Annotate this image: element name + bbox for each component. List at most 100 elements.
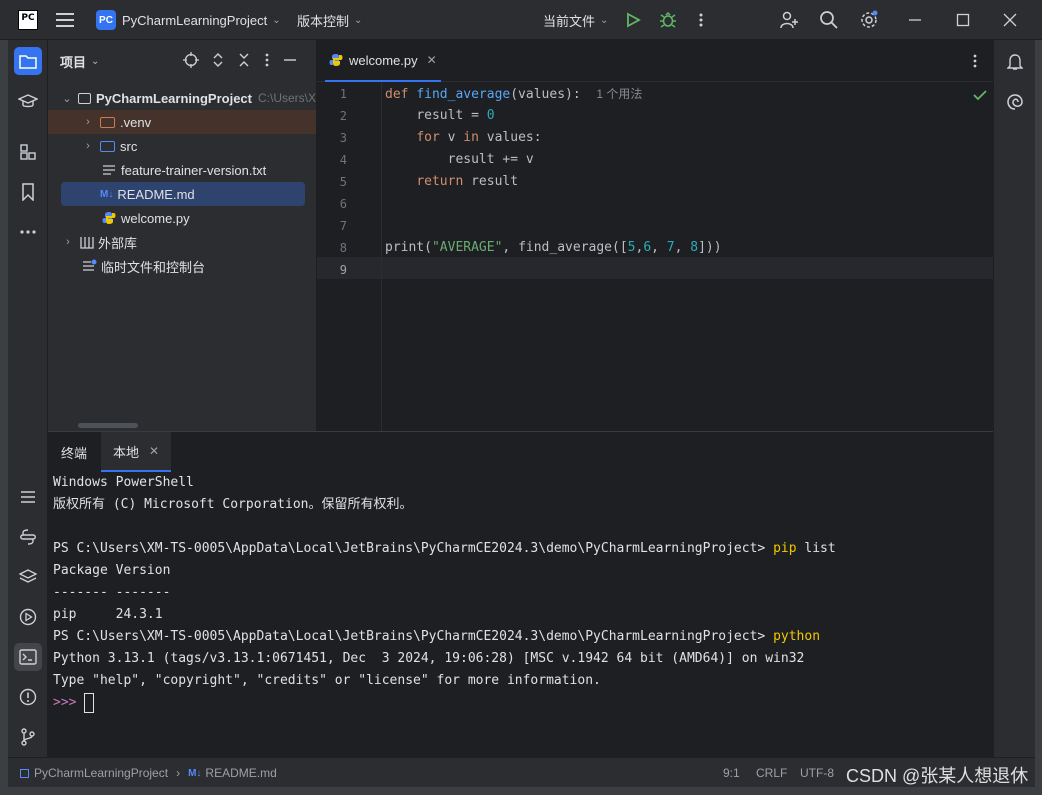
close-window-button[interactable] — [1003, 0, 1017, 40]
project-panel-title[interactable]: 项目 — [60, 52, 86, 71]
breadcrumb-project[interactable]: PyCharmLearningProject — [34, 766, 168, 780]
code-with-me-button[interactable] — [779, 0, 799, 40]
python-file-icon — [329, 54, 343, 66]
python-console-icon — [20, 529, 36, 545]
folder-icon — [100, 116, 115, 128]
breadcrumb-separator-icon: › — [176, 766, 181, 780]
bookmarks-tool-button[interactable] — [14, 178, 42, 206]
maximize-button[interactable] — [956, 0, 970, 40]
project-tool-button[interactable] — [14, 47, 42, 75]
tree-item-external-libraries[interactable]: › 外部库 — [48, 230, 316, 254]
chevron-right-icon[interactable]: › — [82, 140, 94, 152]
file-encoding[interactable]: UTF-8 — [800, 758, 834, 788]
line-number: 7 — [339, 219, 347, 233]
line-separator[interactable]: CRLF — [756, 758, 787, 788]
collapse-all-icon[interactable] — [237, 52, 251, 68]
breadcrumb-file[interactable]: README.md — [205, 766, 276, 780]
string: "AVERAGE" — [431, 240, 503, 255]
hide-panel-icon[interactable] — [283, 52, 297, 68]
expand-collapse-icon[interactable] — [211, 52, 225, 68]
graduation-cap-icon — [18, 94, 38, 108]
terminal-prompt: PS C:\Users\XM-TS-0005\AppData\Local\Jet… — [53, 629, 774, 644]
services-play-icon — [19, 608, 37, 626]
check-icon[interactable] — [973, 89, 987, 101]
more-actions-button[interactable] — [697, 0, 705, 40]
caret-position[interactable]: 9:1 — [723, 758, 740, 788]
background-window-strip — [1035, 40, 1042, 795]
terminal-line: ------- ------- — [53, 585, 171, 600]
search-icon — [820, 11, 838, 29]
ai-spiral-icon — [1007, 94, 1023, 110]
add-user-icon — [780, 11, 798, 29]
more-tools-button[interactable] — [14, 218, 42, 246]
python-prompt: >>> — [53, 695, 77, 710]
code-line[interactable]: print("AVERAGE", find_average([5,6, 7, 8… — [385, 237, 722, 259]
vcs-tool-button[interactable] — [14, 723, 42, 751]
code-line[interactable]: return result — [385, 171, 518, 193]
tree-item-src[interactable]: › src — [48, 134, 316, 158]
structure-icon — [20, 144, 36, 160]
code-line[interactable]: result = 0 — [385, 105, 494, 127]
run-config-selector[interactable]: 当前文件 ⌄ — [543, 0, 608, 40]
terminal-prompt: PS C:\Users\XM-TS-0005\AppData\Local\Jet… — [53, 541, 774, 556]
line-number: 2 — [339, 109, 347, 123]
chevron-down-icon: ⌄ — [272, 14, 281, 26]
code-text: result += v — [447, 152, 534, 167]
terminal-tool-button[interactable] — [14, 643, 42, 671]
more-vertical-icon[interactable] — [971, 53, 979, 69]
vcs-menu[interactable]: 版本控制 ⌄ — [297, 0, 362, 40]
more-vertical-icon[interactable] — [263, 52, 271, 68]
code-line[interactable]: for v in values: — [385, 127, 541, 149]
chevron-right-icon[interactable]: › — [62, 236, 74, 248]
project-panel: 项目 ⌄ ⌄ PyCharmLearningProject C:\Users\X… — [48, 40, 317, 431]
chevron-right-icon[interactable]: › — [82, 116, 94, 128]
code-text: (values): — [510, 87, 581, 102]
run-config-label: 当前文件 — [543, 13, 596, 29]
project-path: C:\Users\X — [257, 91, 316, 105]
locate-crosshair-icon[interactable] — [183, 52, 199, 68]
settings-button[interactable] — [859, 0, 879, 40]
function-name: find_average — [416, 87, 511, 102]
terminal-line: Type "help", "copyright", "credits" or "… — [53, 673, 601, 688]
close-tab-icon[interactable]: ✕ — [427, 53, 437, 67]
tree-item-venv[interactable]: › .venv — [48, 110, 316, 134]
tree-item-project-root[interactable]: ⌄ PyCharmLearningProject C:\Users\X — [48, 86, 316, 110]
close-tab-icon[interactable]: ✕ — [149, 444, 159, 458]
notifications-button[interactable] — [1001, 48, 1029, 76]
run-icon — [627, 12, 641, 28]
usage-hint[interactable]: 1 个用法 — [596, 87, 642, 101]
tree-item-readme[interactable]: M↓ README.md — [61, 182, 305, 206]
tab-local-label: 本地 — [113, 444, 140, 460]
code-line[interactable]: result += v — [385, 149, 534, 171]
project-selector[interactable]: PC PyCharmLearningProject ⌄ — [96, 0, 281, 40]
tree-item-txt-file[interactable]: feature-trainer-version.txt — [48, 158, 316, 182]
tree-item-scratches[interactable]: 临时文件和控制台 — [48, 254, 316, 278]
debug-button[interactable] — [659, 0, 677, 40]
code-text: , — [651, 240, 667, 255]
tree-item-welcome-py[interactable]: welcome.py — [48, 206, 316, 230]
chevron-down-icon[interactable]: ⌄ — [91, 56, 99, 67]
code-line[interactable]: def find_average(values): 1 个用法 — [385, 83, 642, 105]
chevron-down-icon[interactable]: ⌄ — [62, 92, 72, 105]
gutter-separator — [381, 82, 382, 431]
main-menu-button[interactable] — [56, 0, 76, 40]
structure-tool-button[interactable] — [14, 138, 42, 166]
problems-tool-button[interactable] — [14, 683, 42, 711]
ai-assistant-button[interactable] — [1001, 88, 1029, 116]
python-packages-button[interactable] — [14, 563, 42, 591]
services-tool-button[interactable] — [14, 603, 42, 631]
todo-tool-button[interactable] — [14, 483, 42, 511]
run-button[interactable] — [625, 0, 641, 40]
tab-local[interactable]: 本地 ✕ — [101, 432, 172, 472]
search-button[interactable] — [819, 0, 839, 40]
tab-welcome-py[interactable]: welcome.py ✕ — [325, 40, 441, 82]
minimize-button[interactable] — [908, 0, 922, 40]
chevron-down-icon: ⌄ — [600, 14, 609, 26]
python-console-button[interactable] — [14, 523, 42, 551]
watermark: CSDN @张某人想退休 — [846, 766, 1029, 786]
terminal-input-line[interactable]: >>> — [53, 692, 95, 714]
learn-tool-button[interactable] — [14, 87, 42, 115]
project-panel-actions — [183, 52, 297, 68]
horizontal-scrollbar[interactable] — [78, 423, 138, 428]
markdown-file-icon: M↓ — [100, 188, 114, 200]
